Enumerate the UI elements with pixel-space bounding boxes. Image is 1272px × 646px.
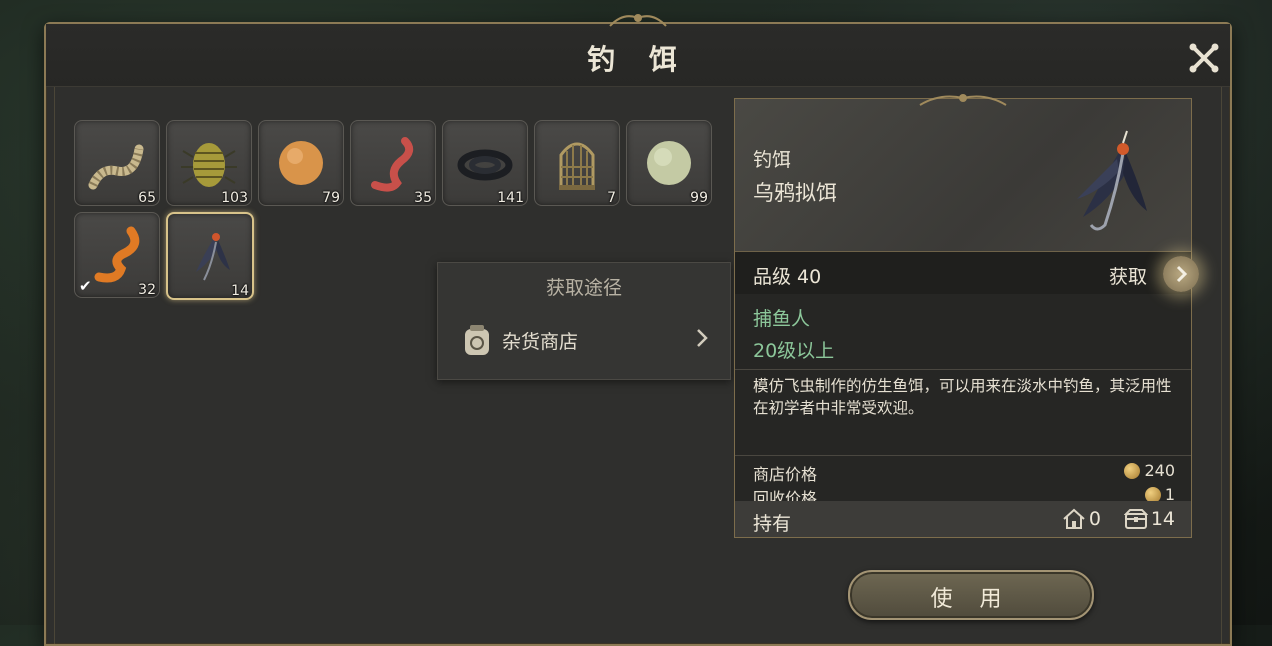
detail-header: 钓饵 乌鸦拟饵 bbox=[735, 94, 1191, 252]
chevron-right-icon bbox=[697, 329, 708, 347]
holding-row: 持有 0 14 bbox=[735, 501, 1191, 537]
title-crest-ornament bbox=[609, 14, 667, 27]
slot-cricket-cage[interactable]: 7 bbox=[534, 120, 620, 206]
crow-fly-lure-large-icon bbox=[1077, 130, 1147, 231]
green-ball-icon bbox=[647, 141, 691, 185]
frame-ornament bbox=[919, 94, 1007, 106]
divider bbox=[735, 369, 1191, 370]
bait-window: 钓 饵 65 103 79 35 141 7 99 ✔ 32 14 获取途径 杂… bbox=[44, 14, 1232, 646]
slot-crow-fly-lure[interactable]: 14 bbox=[166, 212, 254, 300]
coin-icon bbox=[1124, 462, 1141, 479]
shop-bag-icon bbox=[465, 325, 489, 355]
item-category: 钓饵 bbox=[753, 149, 792, 171]
use-button[interactable]: 使 用 bbox=[848, 570, 1094, 620]
requirement-level: 20级以上 bbox=[753, 340, 835, 362]
source-label: 杂货商店 bbox=[502, 331, 579, 353]
chevron-right-icon bbox=[1176, 265, 1188, 283]
crow-fly-lure-icon bbox=[196, 233, 230, 281]
source-general-store[interactable]: 杂货商店 bbox=[452, 311, 716, 367]
slot-dough-ball[interactable]: 79 bbox=[258, 120, 344, 206]
house-icon bbox=[1063, 508, 1085, 529]
item-count: 32 bbox=[138, 282, 156, 298]
grade-row: 品级 40 获取 bbox=[735, 252, 1199, 294]
mealworm-icon bbox=[88, 144, 144, 190]
beetle-larva-icon bbox=[181, 143, 237, 187]
acquisition-popup: 获取途径 杂货商店 bbox=[437, 262, 731, 380]
slot-beetle-larva[interactable]: 103 bbox=[166, 120, 252, 206]
item-detail-panel: 钓饵 乌鸦拟饵 品级 40 获取 捕鱼人 20级以上 模仿飞虫制作的仿生鱼饵，可… bbox=[734, 94, 1199, 538]
holding-bag-count: 14 bbox=[1150, 508, 1175, 530]
item-grade: 品级 40 bbox=[753, 266, 822, 288]
acquisition-title: 获取途径 bbox=[545, 277, 622, 299]
holding-home: 0 bbox=[1062, 508, 1101, 530]
item-count: 103 bbox=[221, 190, 248, 206]
obtain-button[interactable] bbox=[1163, 256, 1199, 292]
slot-red-worm[interactable]: 35 bbox=[350, 120, 436, 206]
eel-coil-icon bbox=[457, 149, 513, 181]
holding-label: 持有 bbox=[753, 513, 792, 535]
requirement-job: 捕鱼人 bbox=[753, 308, 811, 330]
item-count: 7 bbox=[607, 190, 616, 206]
titlebar: 钓 饵 bbox=[46, 14, 1230, 87]
divider bbox=[735, 455, 1191, 456]
shop-price-value: 240 bbox=[1144, 461, 1175, 480]
window-title: 钓 饵 bbox=[587, 43, 689, 76]
item-count: 65 bbox=[138, 190, 156, 206]
chest-icon bbox=[1123, 509, 1148, 529]
item-count: 141 bbox=[497, 190, 524, 206]
dough-ball-icon bbox=[279, 141, 323, 185]
red-worm-icon bbox=[371, 137, 414, 192]
item-count: 79 bbox=[322, 190, 340, 206]
item-description: 模仿飞虫制作的仿生鱼饵，可以用来在淡水中钓鱼，其泛用性在初学者中非常受欢迎。 bbox=[753, 377, 1172, 417]
equipped-check-icon: ✔ bbox=[79, 277, 92, 295]
use-button-label: 使 用 bbox=[930, 587, 1012, 612]
item-count: 99 bbox=[690, 190, 708, 206]
item-count: 35 bbox=[414, 190, 432, 206]
slot-black-eel-coil[interactable]: 141 bbox=[442, 120, 528, 206]
slot-orange-worm[interactable]: ✔ 32 bbox=[74, 212, 160, 298]
obtain-link[interactable]: 获取 bbox=[1109, 262, 1147, 289]
slot-mealworm[interactable]: 65 bbox=[74, 120, 160, 206]
shop-price-label: 商店价格 bbox=[753, 465, 818, 484]
cricket-cage-icon bbox=[559, 142, 595, 190]
item-count: 14 bbox=[231, 283, 249, 299]
close-button[interactable] bbox=[1184, 38, 1224, 78]
close-icon bbox=[1189, 43, 1219, 73]
shop-price: 240 bbox=[1124, 461, 1175, 480]
holding-bag: 14 bbox=[1123, 508, 1175, 530]
item-name: 乌鸦拟饵 bbox=[753, 181, 837, 205]
slot-green-ball[interactable]: 99 bbox=[626, 120, 712, 206]
orange-worm-icon bbox=[94, 226, 140, 283]
holding-home-count: 0 bbox=[1088, 508, 1101, 530]
